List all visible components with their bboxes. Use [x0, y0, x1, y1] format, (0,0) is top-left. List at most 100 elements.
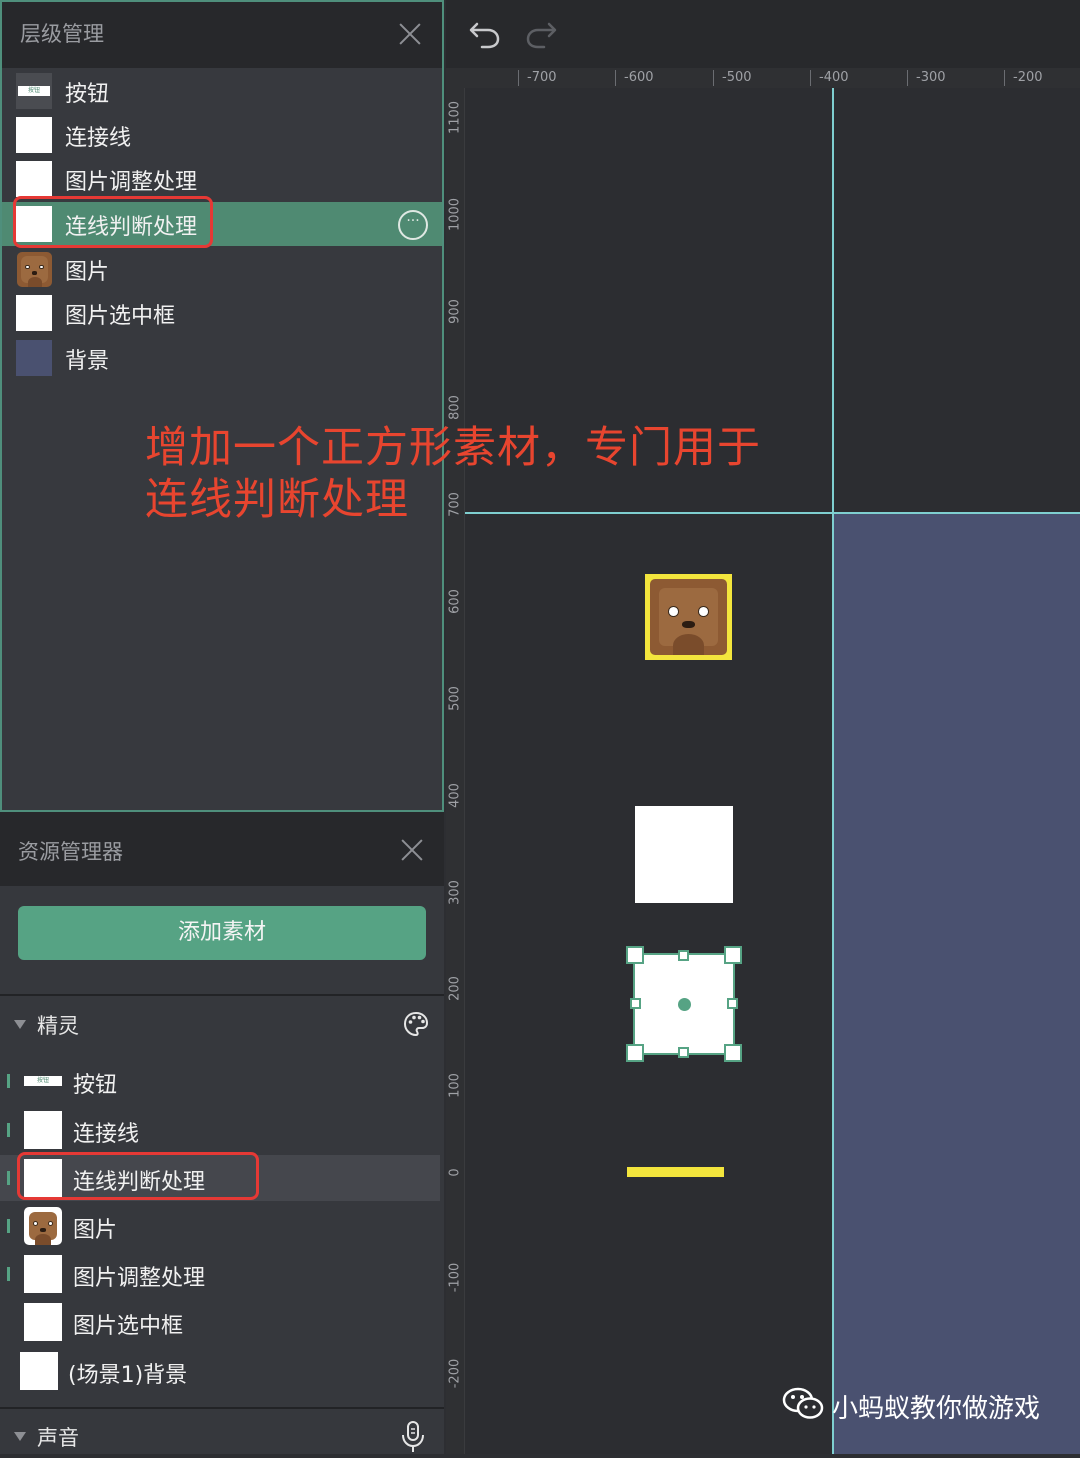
layer-label: 背景	[65, 349, 110, 374]
yellow-line-sprite[interactable]	[627, 1167, 724, 1177]
ruler-tick: 1100	[447, 100, 463, 135]
layer-item-background[interactable]: 背景	[2, 336, 442, 380]
layer-thumb	[16, 161, 52, 197]
layer-item-connector-line[interactable]: 连接线	[2, 113, 442, 157]
ruler-tick: -400	[810, 70, 849, 86]
divider	[0, 1407, 444, 1409]
resize-handle[interactable]	[626, 946, 644, 964]
watermark-text: 小蚂蚁教你做游戏	[832, 1394, 1041, 1424]
collapse-arrow-icon[interactable]	[14, 1020, 26, 1029]
collapse-arrow-icon[interactable]	[14, 1432, 26, 1441]
scene-background[interactable]	[834, 513, 1080, 1454]
close-icon[interactable]	[398, 22, 422, 46]
bear-icon	[650, 579, 727, 655]
asset-item-image[interactable]: 图片	[0, 1203, 440, 1249]
resize-handle[interactable]	[727, 998, 738, 1009]
palette-icon[interactable]	[402, 1010, 430, 1038]
resize-handle[interactable]	[678, 950, 689, 961]
asset-thumb	[24, 1303, 62, 1341]
asset-item-button[interactable]: 按钮 按钮	[0, 1058, 440, 1104]
ruler-tick: -700	[518, 70, 557, 86]
wechat-icon	[782, 1386, 824, 1422]
bear-icon	[24, 1207, 62, 1245]
layer-item-image[interactable]: 图片	[2, 247, 442, 291]
layer-thumb	[16, 295, 52, 331]
asset-thumb	[24, 1255, 62, 1293]
asset-thumb: 按钮	[24, 1062, 62, 1100]
highlight-box	[13, 196, 213, 248]
close-icon[interactable]	[400, 838, 424, 862]
asset-item-image-adjust[interactable]: 图片调整处理	[0, 1251, 440, 1297]
bear-icon	[17, 252, 52, 287]
asset-item-scene-background[interactable]: (场景1)背景	[0, 1348, 440, 1394]
asset-indicator	[7, 1171, 10, 1185]
undo-icon[interactable]	[468, 16, 502, 50]
ruler-tick: 1000	[447, 197, 463, 232]
ruler-tick: 500	[447, 686, 463, 711]
layer-label: 图片调整处理	[65, 170, 198, 195]
asset-thumb	[20, 1352, 58, 1390]
ruler-vertical: 1100 1000 900 800 700 600 500 400 300 20…	[446, 88, 465, 1454]
layer-label: 图片	[65, 260, 110, 285]
redo-icon[interactable]	[524, 16, 558, 50]
ruler-tick: 900	[447, 299, 463, 324]
ruler-tick: -200	[447, 1358, 463, 1389]
ruler-tick: 0	[447, 1168, 463, 1177]
asset-indicator	[7, 1123, 10, 1137]
asset-label: 图片选中框	[73, 1314, 184, 1339]
asset-indicator	[7, 1267, 10, 1281]
asset-label: 连接线	[73, 1122, 140, 1147]
resize-handle[interactable]	[724, 946, 742, 964]
sprites-section-label[interactable]: 精灵	[37, 1010, 79, 1040]
asset-panel-header: 资源管理器	[0, 812, 444, 886]
ruler-tick: 100	[447, 1073, 463, 1098]
asset-label: 图片调整处理	[73, 1266, 206, 1291]
asset-indicator	[7, 1074, 10, 1088]
highlight-box	[17, 1152, 259, 1200]
asset-thumb	[24, 1111, 62, 1149]
ruler-tick: 200	[447, 976, 463, 1001]
resize-handle[interactable]	[630, 998, 641, 1009]
resize-handle[interactable]	[626, 1044, 644, 1062]
ruler-tick: -100	[447, 1262, 463, 1293]
layer-thumb: 按钮	[16, 73, 52, 109]
ruler-tick: -600	[615, 70, 654, 86]
editor-toolbar	[446, 0, 1080, 68]
add-asset-button[interactable]: 添加素材	[18, 906, 426, 960]
asset-item-image-select-frame[interactable]: 图片选中框	[0, 1299, 440, 1345]
guide-line-vertical	[832, 88, 834, 1454]
layer-label: 连接线	[65, 126, 132, 151]
layer-panel: 层级管理 按钮 按钮 连接线 图片调整处理 连线判断处理 ··· 图片 图片选中…	[0, 0, 444, 812]
sound-section-label[interactable]: 声音	[37, 1422, 79, 1452]
more-options-icon[interactable]: ···	[398, 210, 428, 240]
ruler-tick: -300	[907, 70, 946, 86]
resize-handle[interactable]	[678, 1047, 689, 1058]
annotation-text: 增加一个正方形素材，专门用于 连线判断处理	[145, 422, 761, 526]
asset-label: (场景1)背景	[68, 1363, 188, 1388]
asset-item-connector-line[interactable]: 连接线	[0, 1107, 440, 1153]
layer-item-image-adjust[interactable]: 图片调整处理	[2, 157, 442, 201]
white-square-sprite[interactable]	[635, 806, 733, 903]
annotation-line: 连线判断处理	[145, 475, 409, 525]
ruler-tick: 400	[447, 783, 463, 808]
layer-panel-title: 层级管理	[20, 22, 104, 46]
ruler-tick: -200	[1004, 70, 1043, 86]
ruler-tick: -500	[713, 70, 752, 86]
ruler-tick: 300	[447, 880, 463, 905]
divider	[0, 994, 444, 996]
asset-indicator	[7, 1219, 10, 1233]
center-point[interactable]	[678, 998, 691, 1011]
asset-label: 图片	[73, 1218, 118, 1243]
asset-panel: 资源管理器 添加素材 精灵 按钮 按钮 连接线 连线判断处理 图片 图片调整处理…	[0, 812, 444, 1454]
layer-thumb	[16, 117, 52, 153]
asset-panel-title: 资源管理器	[18, 840, 123, 864]
microphone-icon[interactable]	[400, 1420, 426, 1454]
layer-label: 图片选中框	[65, 304, 176, 329]
layer-panel-header: 层级管理	[2, 2, 442, 68]
image-sprite[interactable]	[645, 574, 732, 660]
layer-item-button[interactable]: 按钮 按钮	[2, 69, 442, 113]
layer-item-image-select-frame[interactable]: 图片选中框	[2, 291, 442, 335]
ruler-horizontal: -700 -600 -500 -400 -300 -200	[446, 68, 1080, 89]
resize-handle[interactable]	[724, 1044, 742, 1062]
ruler-tick: 600	[447, 589, 463, 614]
